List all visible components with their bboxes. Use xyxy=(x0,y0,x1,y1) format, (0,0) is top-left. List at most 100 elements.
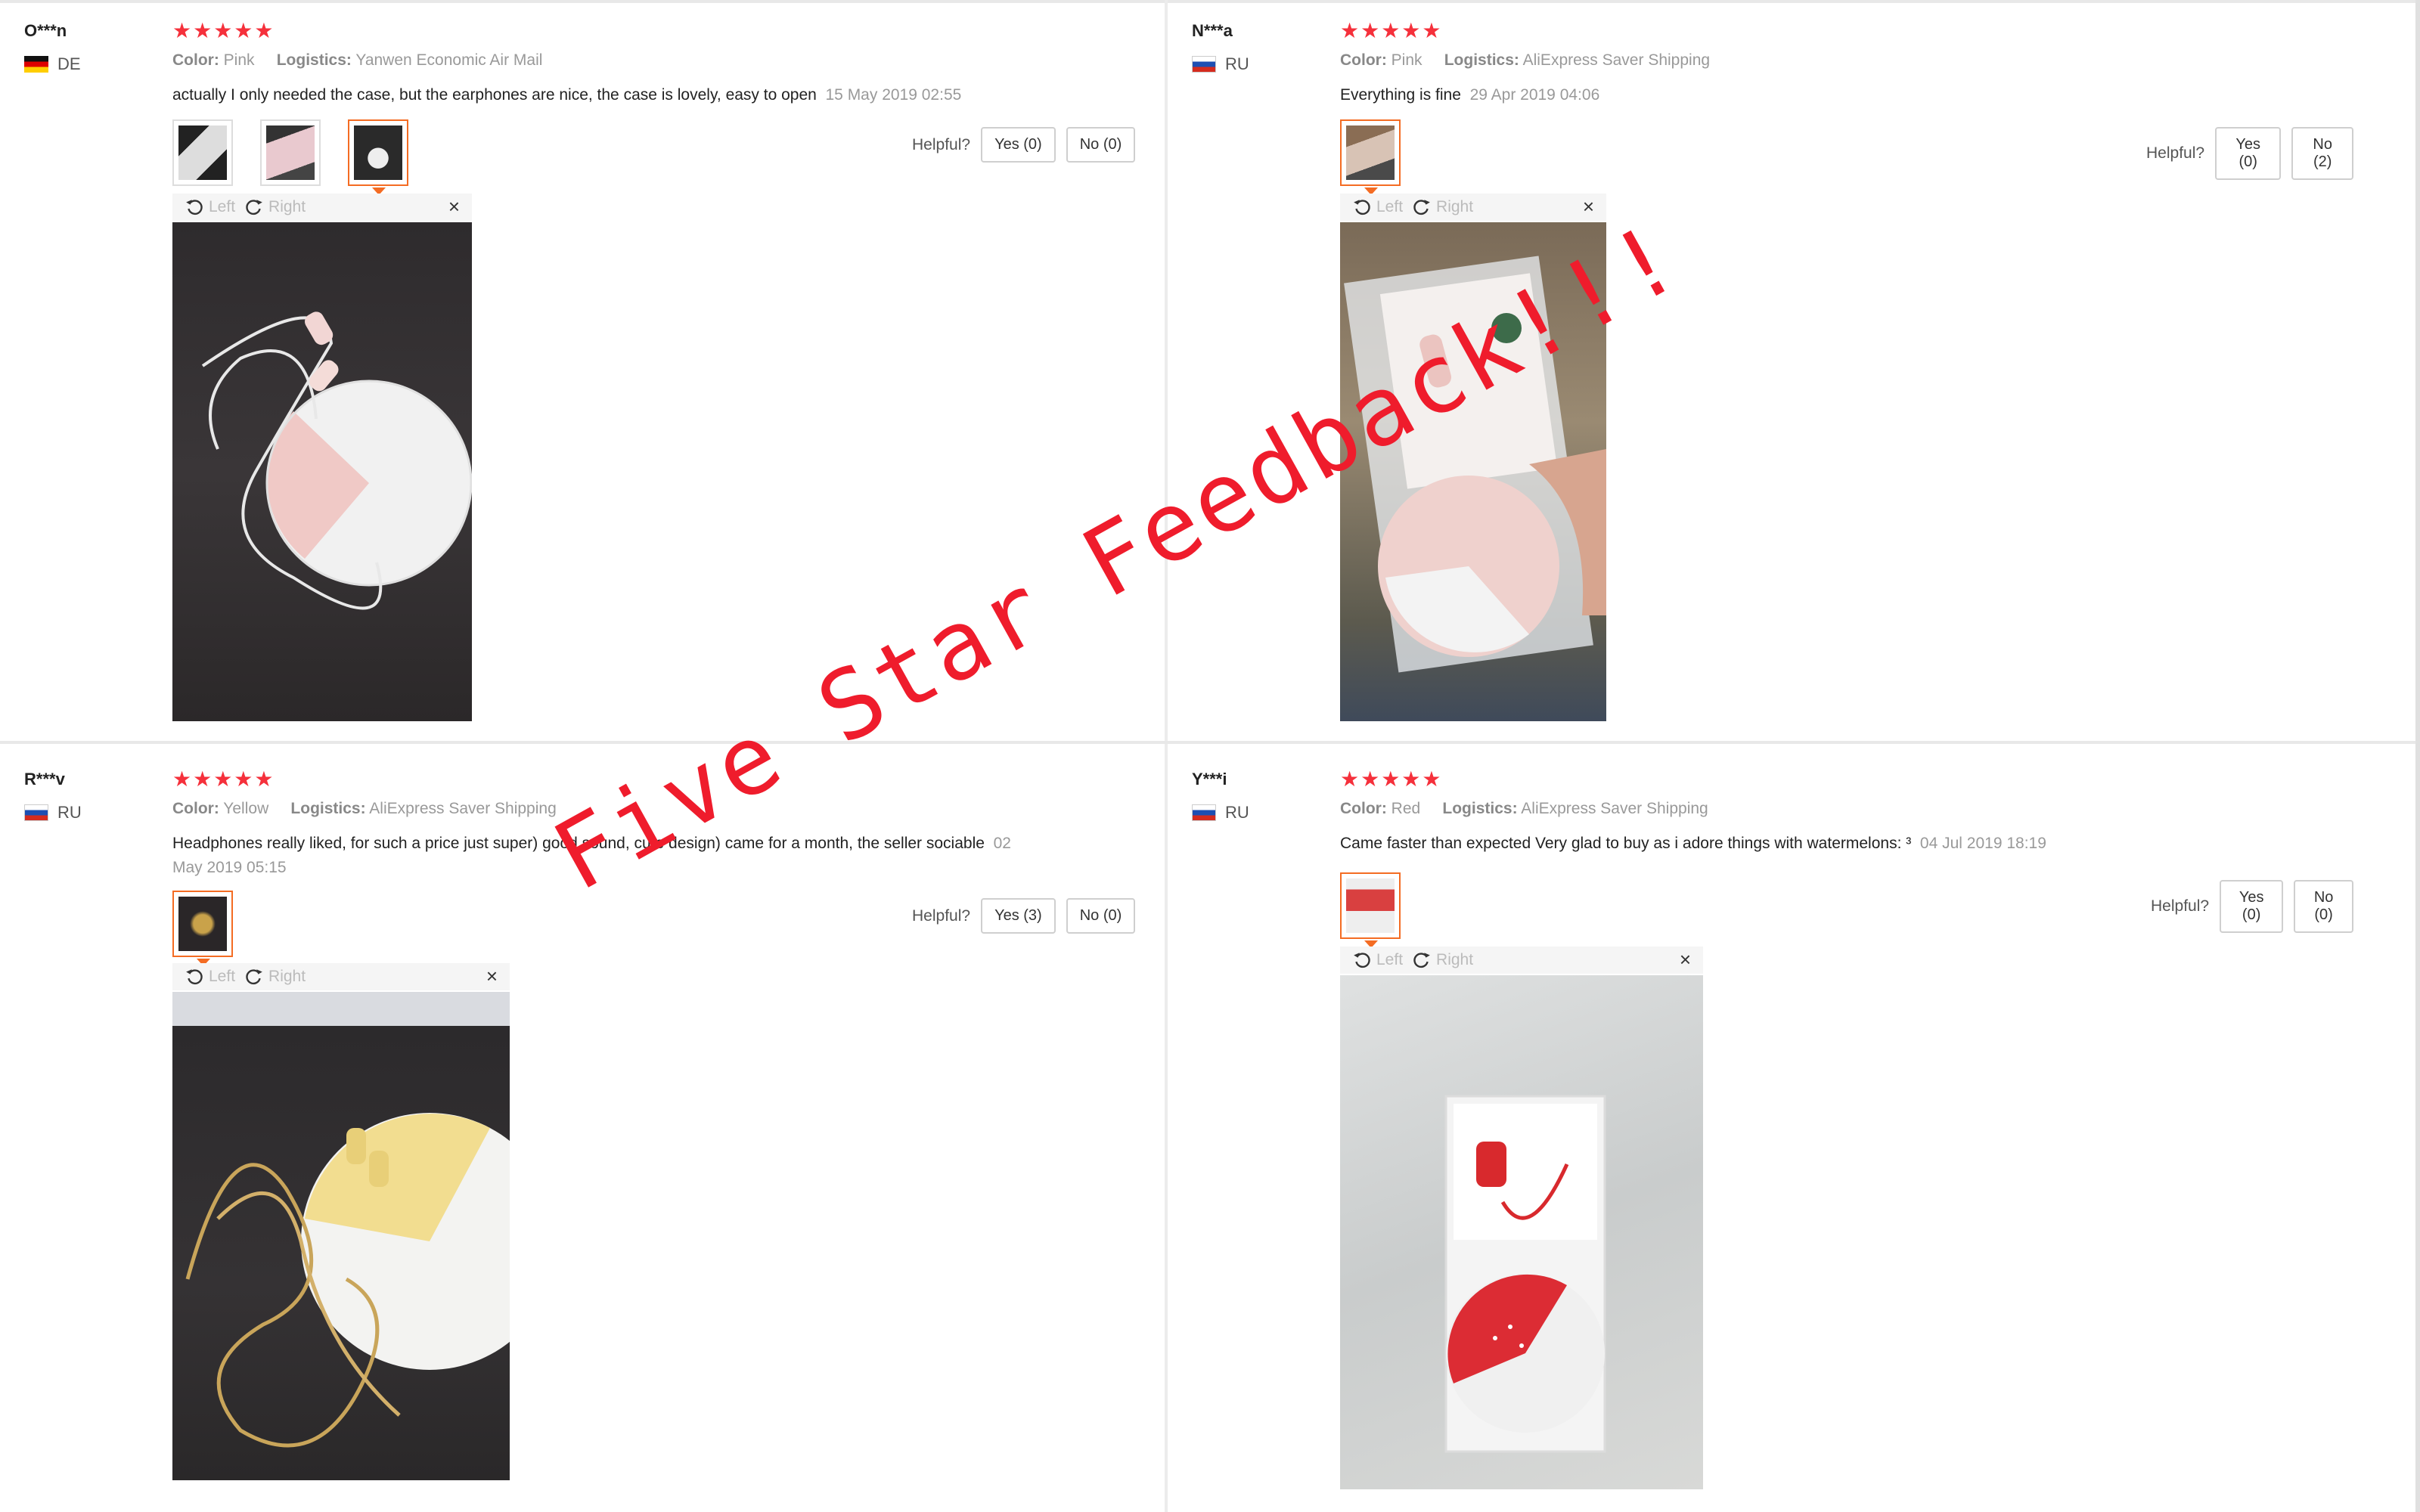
review-body: Everything is fine 29 Apr 2019 04:06 xyxy=(1340,83,2210,107)
helpful-label: Helpful? xyxy=(2151,897,2210,915)
photo-thumbnails xyxy=(172,119,408,195)
helpful-vote: Helpful? Yes (3) No (0) xyxy=(912,898,1136,934)
reviewer-name: N***a xyxy=(1192,21,1233,40)
star-rating: ★★★★★ xyxy=(1340,19,1443,42)
close-viewer-icon[interactable]: × xyxy=(1680,948,1691,971)
logistics-value: AliExpress Saver Shipping xyxy=(369,800,557,817)
close-viewer-icon[interactable]: × xyxy=(448,195,460,218)
star-rating: ★★★★★ xyxy=(172,767,275,791)
country-code: RU xyxy=(57,803,82,822)
photo-thumbnails xyxy=(172,891,233,966)
logistics-label: Logistics: xyxy=(1442,800,1518,817)
logistics-value: AliExpress Saver Shipping xyxy=(1521,800,1708,817)
rotate-right-icon xyxy=(1413,200,1430,215)
helpful-vote: Helpful? Yes (0) No (0) xyxy=(2151,880,2353,933)
reviewer-name: R***v xyxy=(24,770,65,789)
close-viewer-icon[interactable]: × xyxy=(486,965,498,988)
russia-flag-icon xyxy=(1192,56,1216,73)
rotate-right-label: Right xyxy=(268,198,306,215)
logistics-label: Logistics: xyxy=(290,800,366,817)
helpful-no-button[interactable]: No (2) xyxy=(2291,127,2353,180)
reviewer-country: RU xyxy=(1192,54,1249,74)
order-info: Color: Yellow Logistics: AliExpress Save… xyxy=(172,800,557,818)
helpful-no-button[interactable]: No (0) xyxy=(1066,898,1136,934)
logistics-value: Yanwen Economic Air Mail xyxy=(355,51,543,69)
rotate-left-button[interactable]: Left xyxy=(1352,950,1403,970)
helpful-label: Helpful? xyxy=(2146,144,2205,162)
reviewer-country: DE xyxy=(24,54,81,74)
rotate-left-button[interactable]: Left xyxy=(185,197,235,217)
rotate-left-label: Left xyxy=(1376,198,1404,215)
helpful-yes-button[interactable]: Yes (0) xyxy=(2220,880,2284,933)
logistics-value: AliExpress Saver Shipping xyxy=(1522,51,1711,69)
image-viewer-toolbar: Left Right × xyxy=(1340,194,1606,221)
germany-flag-icon xyxy=(24,56,48,73)
rotate-left-label: Left xyxy=(1376,951,1404,968)
rotate-right-label: Right xyxy=(268,968,306,985)
reviewer-name: Y***i xyxy=(1192,770,1227,789)
image-viewer-toolbar: Left Right × xyxy=(172,194,472,221)
photo-thumbnail-selected[interactable] xyxy=(348,119,408,195)
russia-flag-icon xyxy=(1192,804,1216,821)
photo-thumbnail-selected[interactable] xyxy=(172,891,233,966)
review-photo xyxy=(172,992,510,1480)
rotate-right-label: Right xyxy=(1436,198,1474,215)
photo-thumbnail[interactable] xyxy=(260,119,321,186)
rotate-right-button[interactable]: Right xyxy=(244,197,306,217)
helpful-yes-button[interactable]: Yes (3) xyxy=(981,898,1056,934)
review-date: 29 Apr 2019 04:06 xyxy=(1469,86,1600,104)
logistics-label: Logistics: xyxy=(276,51,352,69)
helpful-vote: Helpful? Yes (0) No (2) xyxy=(2146,127,2353,180)
rotate-left-button[interactable]: Left xyxy=(1352,197,1403,217)
rotate-right-label: Right xyxy=(1436,951,1474,968)
order-info: Color: Red Logistics: AliExpress Saver S… xyxy=(1340,800,1708,818)
review-photo xyxy=(172,222,472,721)
review-body: Came faster than expected Very glad to b… xyxy=(1340,832,2210,856)
photo-thumbnails xyxy=(1340,119,1401,195)
image-viewer-toolbar: Left Right × xyxy=(1340,947,1703,974)
review-text: Everything is fine xyxy=(1340,86,1461,104)
color-value: Pink xyxy=(223,51,255,69)
star-rating: ★★★★★ xyxy=(172,19,275,42)
rotate-right-button[interactable]: Right xyxy=(1412,197,1473,217)
country-code: DE xyxy=(57,54,81,73)
rotate-right-icon xyxy=(1413,953,1430,968)
review-date: 15 May 2019 02:55 xyxy=(825,86,962,104)
close-viewer-icon[interactable]: × xyxy=(1583,195,1594,218)
color-value: Red xyxy=(1391,800,1421,817)
order-info: Color: Pink Logistics: AliExpress Saver … xyxy=(1340,51,1710,70)
image-viewer-toolbar: Left Right × xyxy=(172,963,510,990)
review-date: 04 Jul 2019 18:19 xyxy=(1919,835,2046,852)
photo-thumbnail[interactable] xyxy=(172,119,233,186)
country-code: RU xyxy=(1225,54,1249,73)
review-photo xyxy=(1340,975,1703,1489)
reviewer-name: O***n xyxy=(24,21,67,40)
order-info: Color: Pink Logistics: Yanwen Economic A… xyxy=(172,51,542,70)
color-label: Color: xyxy=(172,51,219,69)
rotate-left-icon xyxy=(1354,200,1370,215)
helpful-vote: Helpful? Yes (0) No (0) xyxy=(912,127,1136,163)
helpful-yes-button[interactable]: Yes (0) xyxy=(2215,127,2282,180)
helpful-yes-button[interactable]: Yes (0) xyxy=(981,127,1056,163)
reviewer-country: RU xyxy=(1192,803,1249,823)
rotate-left-icon xyxy=(186,969,203,985)
photo-thumbnail-selected[interactable] xyxy=(1340,872,1401,948)
rotate-right-button[interactable]: Right xyxy=(244,967,306,987)
color-value: Pink xyxy=(1391,51,1423,69)
reviewer-country: RU xyxy=(24,803,82,823)
rotate-left-icon xyxy=(1354,953,1370,968)
helpful-no-button[interactable]: No (0) xyxy=(1066,127,1136,163)
review-body: actually I only needed the case, but the… xyxy=(172,83,1042,107)
rotate-left-button[interactable]: Left xyxy=(185,967,235,987)
right-border xyxy=(2415,0,2420,1512)
review-card: Y***i RU ★★★★★ Color: Red Logistics: Ali… xyxy=(1168,748,2353,1504)
helpful-label: Helpful? xyxy=(912,135,971,153)
country-code: RU xyxy=(1225,803,1249,822)
helpful-no-button[interactable]: No (0) xyxy=(2294,880,2353,933)
rotate-right-button[interactable]: Right xyxy=(1412,950,1473,970)
rotate-right-icon xyxy=(246,969,262,985)
photo-thumbnail-selected[interactable] xyxy=(1340,119,1401,195)
rotate-right-icon xyxy=(246,200,262,215)
color-label: Color: xyxy=(1340,800,1387,817)
logistics-label: Logistics: xyxy=(1444,51,1519,69)
